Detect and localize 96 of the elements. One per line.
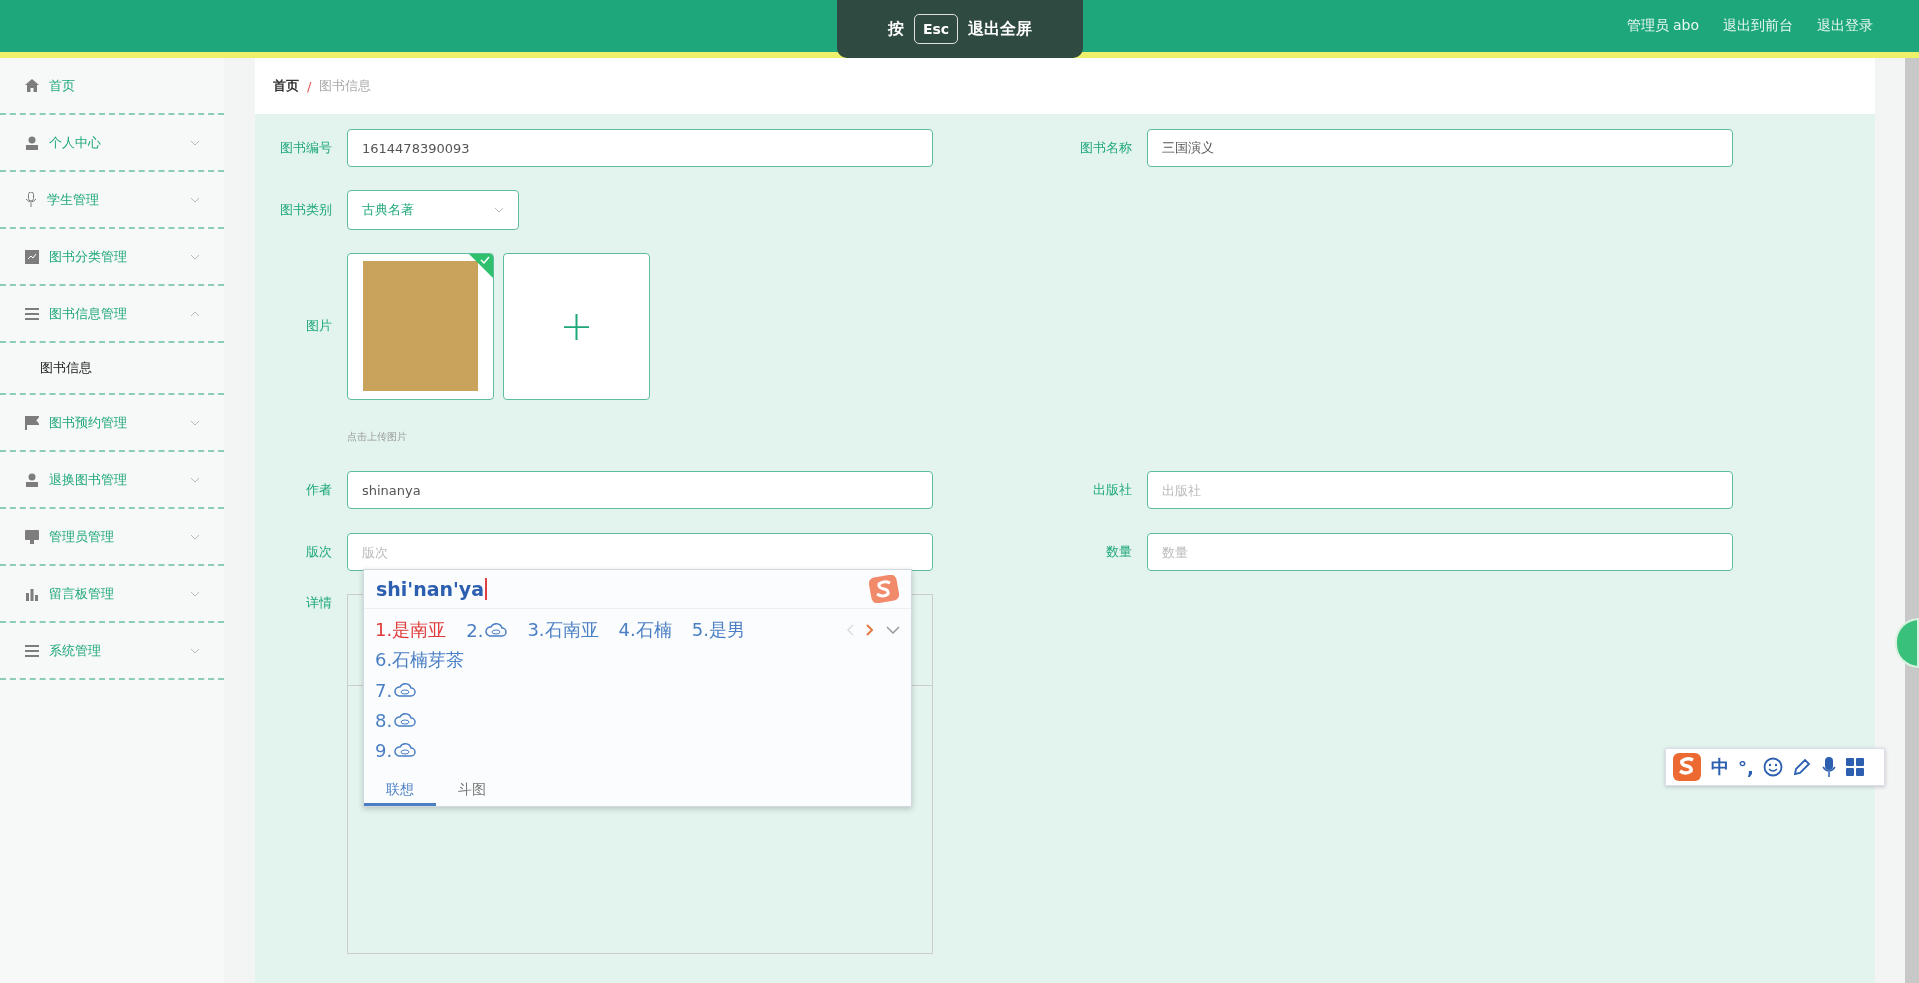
text-field[interactable]: shinanya <box>347 471 933 509</box>
sidebar-label: 首页 <box>49 76 76 95</box>
pencil-icon[interactable] <box>1791 757 1812 777</box>
sogou-logo-icon[interactable] <box>1672 752 1702 782</box>
microphone-icon <box>25 192 37 207</box>
microphone-icon[interactable] <box>1820 756 1837 778</box>
list-icon <box>25 307 39 320</box>
ime-candidate[interactable]: 2. <box>466 615 508 645</box>
chevron-down-icon[interactable] <box>886 626 900 634</box>
sidebar-subitem[interactable]: 图书信息 <box>0 343 224 395</box>
chevron-down-icon <box>190 533 200 540</box>
flag-icon <box>25 415 39 430</box>
sidebar-item[interactable]: 首页 <box>0 58 224 115</box>
ime-composition: shi'nan'ya <box>376 578 488 600</box>
field-label: 图书名称 <box>1079 139 1133 157</box>
field-label: 作者 <box>305 481 333 499</box>
ime-candidate[interactable]: 9. <box>375 735 880 765</box>
sidebar-item[interactable]: 系统管理 <box>0 623 224 680</box>
breadcrumb-separator: / <box>307 78 312 94</box>
toast-text: 退出全屏 <box>968 18 1033 40</box>
field-label: 图书类别 <box>279 201 333 219</box>
cloud-icon <box>485 623 508 637</box>
cloud-icon <box>394 713 417 727</box>
scrollbar[interactable] <box>1905 58 1919 983</box>
grid-icon[interactable] <box>1845 758 1864 776</box>
toast-text: 按 <box>887 18 904 40</box>
sidebar-item[interactable]: 学生管理 <box>0 172 224 229</box>
text-field[interactable]: 1614478390093 <box>347 129 933 167</box>
sidebar-label: 学生管理 <box>47 190 100 209</box>
upload-button[interactable]: + <box>503 252 650 400</box>
list-icon <box>25 644 39 657</box>
cloud-icon <box>394 743 417 757</box>
breadcrumb-current: 图书信息 <box>319 77 372 95</box>
ime-candidate[interactable]: 4.石楠 <box>618 615 672 645</box>
chevron-down-icon <box>190 253 200 260</box>
field-label: 版次 <box>305 543 333 561</box>
sidebar-label: 留言板管理 <box>49 584 115 603</box>
sidebar-label: 退换图书管理 <box>49 470 128 489</box>
text-field[interactable]: 版次 <box>347 533 933 571</box>
sidebar-label: 图书分类管理 <box>49 247 128 266</box>
sidebar-label: 管理员管理 <box>49 527 115 546</box>
chevron-down-icon <box>190 590 200 597</box>
text-field[interactable]: 三国演义 <box>1147 129 1733 167</box>
sidebar-label: 图书预约管理 <box>49 413 128 432</box>
header-link[interactable]: 退出到前台 <box>1723 17 1793 35</box>
floating-button[interactable] <box>1895 618 1919 668</box>
home-icon <box>25 79 39 92</box>
text-field[interactable]: 数量 <box>1147 533 1733 571</box>
sidebar-label: 系统管理 <box>49 641 102 660</box>
sidebar-item[interactable]: 图书分类管理 <box>0 229 224 286</box>
next-page-icon[interactable] <box>866 624 874 636</box>
header-link[interactable]: 退出登录 <box>1817 17 1873 35</box>
chevron-down-icon <box>190 139 200 146</box>
field-label: 图书编号 <box>279 139 333 157</box>
user-icon <box>25 472 39 487</box>
monitor-icon <box>25 529 39 544</box>
sidebar-item[interactable]: 退换图书管理 <box>0 452 224 509</box>
sidebar-item[interactable]: 留言板管理 <box>0 566 224 623</box>
user-icon <box>25 135 39 150</box>
text-field[interactable]: 出版社 <box>1147 471 1733 509</box>
ime-candidate[interactable]: 3.石南亚 <box>527 615 599 645</box>
sidebar-item[interactable]: 图书预约管理 <box>0 395 224 452</box>
field-label: 出版社 <box>1092 481 1133 499</box>
ime-candidate[interactable]: 6.石楠芽茶 <box>375 645 880 675</box>
sogou-logo-icon <box>869 575 899 603</box>
ime-tab[interactable]: 联想 <box>364 777 436 806</box>
ime-candidate[interactable]: 8. <box>375 705 880 735</box>
field-label: 详情 <box>305 594 333 612</box>
field-label: 图片 <box>305 317 333 335</box>
field-label: 数量 <box>1105 543 1133 561</box>
chevron-down-icon <box>494 207 504 213</box>
chevron-down-icon <box>190 196 200 203</box>
bar-chart-icon <box>25 586 39 601</box>
sidebar-item[interactable]: 个人中心 <box>0 115 224 172</box>
esc-key: Esc <box>913 14 959 44</box>
chevron-down-icon <box>190 476 200 483</box>
ime-tab[interactable]: 斗图 <box>436 777 508 806</box>
ime-candidate[interactable]: 5.是男 <box>691 615 745 645</box>
smiley-icon[interactable] <box>1762 757 1783 777</box>
sidebar-item[interactable]: 图书信息管理 <box>0 286 224 343</box>
chart-icon <box>25 249 39 264</box>
cloud-icon <box>394 683 417 697</box>
header-link[interactable]: 管理员 abo <box>1626 17 1699 35</box>
ime-candidate[interactable]: 1.是南亚 <box>375 615 447 645</box>
ime-candidate[interactable]: 7. <box>375 675 880 705</box>
sidebar-label: 个人中心 <box>49 133 102 152</box>
breadcrumb-link[interactable]: 首页 <box>273 77 299 95</box>
upload-hint: 点击上传图片 <box>347 430 408 444</box>
category-select[interactable]: 古典名著 <box>347 190 519 230</box>
chevron-down-icon <box>190 419 200 426</box>
chevron-up-icon <box>190 310 200 317</box>
input-mode-toggle[interactable]: 中 <box>1711 755 1729 779</box>
sidebar-label: 图书信息管理 <box>49 304 128 323</box>
punctuation-toggle[interactable]: °, <box>1738 756 1754 778</box>
chevron-down-icon <box>190 647 200 654</box>
sidebar-item[interactable]: 管理员管理 <box>0 509 224 566</box>
